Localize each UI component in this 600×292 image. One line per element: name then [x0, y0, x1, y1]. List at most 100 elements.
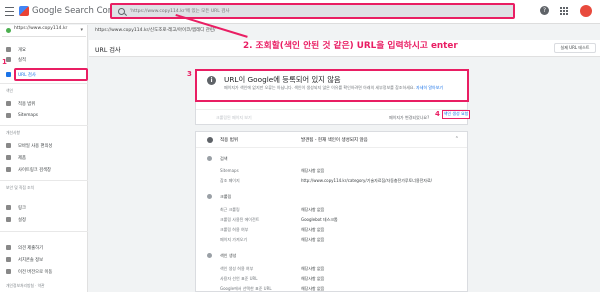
settings-icon [6, 217, 11, 222]
detail-value: 해당사항 없음 [301, 207, 325, 212]
sidebar-item-label: 서치콘솔 정보 [18, 258, 44, 263]
discovery-heading: 검색 [220, 156, 228, 161]
property-icon [6, 28, 11, 33]
step-annotation-2: 2. 조회할(색인 안된 것 같은) URL을 입력하시고 enter [243, 41, 458, 51]
detail-label: 크롤링 사용된 에이전트 [220, 217, 260, 222]
detail-value: 해당사항 없음 [301, 237, 325, 242]
feedback-icon [6, 245, 11, 250]
info-icon [6, 257, 11, 262]
step-marker-1: 1 [2, 58, 7, 66]
property-selector[interactable]: https://www.copy114.kr ▾ [2, 25, 86, 37]
detail-label: 색인 생성 허용 여부 [220, 266, 254, 271]
detail-label: Sitemaps [220, 168, 239, 173]
page-title: URL 검사 [95, 47, 121, 54]
sidebar-item-label: 실적 [18, 58, 26, 63]
sidebar-item-about[interactable]: 서치콘솔 정보 [0, 255, 88, 265]
status-highlight [195, 69, 469, 102]
sidebar-item-label: 모바일 사용 편의성 [18, 144, 53, 149]
sidebar-item-label: 이전 버전으로 이동 [18, 270, 53, 275]
coverage-header[interactable]: 적용 범위 발견됨 - 현재 색인이 생성되지 않음 ⌃ [196, 132, 467, 148]
detail-label: 페이지 가져오기 [220, 237, 248, 242]
view-crawled-page-button[interactable]: 크롤링된 페이지 보기 [216, 115, 252, 121]
card-actions: 크롤링된 페이지 보기 페이지가 변경되었나요? [196, 109, 467, 124]
mobile-icon [6, 143, 11, 148]
sidebar-item-label: 링크 [18, 206, 26, 211]
product-icon [6, 155, 11, 160]
detail-value: 해당사항 없음 [301, 266, 325, 271]
sidebar-item-label: 제품 [18, 156, 26, 161]
home-icon [6, 47, 11, 52]
sidebar-item-settings[interactable]: 설정 [0, 215, 88, 225]
sidebar-item-links[interactable]: 링크 [0, 203, 88, 213]
coverage-card: 적용 범위 발견됨 - 현재 색인이 생성되지 않음 ⌃ 검색 Sitemaps… [195, 131, 468, 292]
step-marker-4: 4 [435, 110, 440, 118]
sidebar-item-label: 개요 [18, 48, 26, 53]
avatar[interactable] [580, 5, 592, 17]
divider [0, 125, 88, 126]
sitelinks-icon [6, 167, 11, 172]
discovery-icon [207, 156, 212, 161]
back-icon [6, 269, 11, 274]
sidebar-item-sitelinks-searchbox[interactable]: 사이트링크 검색창 [0, 165, 88, 175]
detail-value: 해당사항 없음 [301, 276, 325, 281]
sidebar-item-feedback[interactable]: 의견 제출하기 [0, 243, 88, 253]
sidebar-item-label: 적용 범위 [18, 102, 36, 107]
divider [0, 83, 88, 84]
url-inspection-highlight [14, 68, 88, 81]
sidebar: https://www.copy114.kr ▾ 개요 실적 URL 검사 색인… [0, 25, 88, 292]
url-inspect-input[interactable] [130, 6, 510, 17]
step-marker-3: 3 [187, 70, 192, 78]
sidebar-item-mobile-usability[interactable]: 모바일 사용 편의성 [0, 141, 88, 151]
divider [0, 231, 88, 232]
detail-label: 크롤링 허용 여부 [220, 227, 249, 232]
sidebar-item-overview[interactable]: 개요 [0, 45, 88, 55]
sidebar-item-label: 설정 [18, 218, 26, 223]
sidebar-item-performance[interactable]: 실적 [0, 55, 88, 65]
crawl-icon [207, 194, 212, 199]
request-indexing-button[interactable]: 색인 생성 요청 [442, 110, 470, 119]
detail-label: 최근 크롤링 [220, 207, 240, 212]
chevron-down-icon: ▾ [80, 27, 83, 33]
divider [0, 180, 88, 181]
breadcrumb: https://www.copy114.kr/신도조로-레고/아이코/앱레디 관… [95, 28, 216, 33]
chevron-up-icon[interactable]: ⌃ [455, 136, 459, 142]
crawl-heading: 크롤링 [220, 194, 232, 199]
menu-icon[interactable] [5, 7, 14, 16]
live-test-button[interactable]: 실제 URL 테스트 [554, 43, 596, 53]
search-icon [6, 72, 11, 77]
section-label-security: 보안 및 직접 조치 [6, 185, 35, 190]
coverage-status-icon [207, 137, 213, 143]
coverage-value: 발견됨 - 현재 색인이 생성되지 않음 [301, 138, 368, 143]
indexing-heading: 색인 생성 [220, 253, 237, 258]
coverage-label: 적용 범위 [220, 138, 238, 143]
detail-value[interactable]: http://www.copy114.kr/category/기술자료집/자동충… [301, 178, 432, 184]
detail-label: 참조 페이지 [220, 178, 240, 183]
sidebar-item-products[interactable]: 제품 [0, 153, 88, 163]
top-bar: Google Search Console ? [0, 0, 600, 24]
detail-value: 해당사항 없음 [301, 286, 325, 291]
detail-value: Googlebot 데스크톱 [301, 217, 338, 222]
detail-label: 사용자 선언 표준 URL [220, 276, 258, 281]
search-console-logo [19, 6, 29, 16]
indexing-icon [207, 253, 212, 258]
footer-links[interactable]: 개인정보처리방침 · 약관 [6, 283, 45, 289]
section-label-enhancements: 개선사항 [6, 130, 20, 135]
page-changed-text: 페이지가 변경되었나요? [389, 115, 430, 120]
search-icon [118, 8, 125, 15]
section-label-index: 색인 [6, 88, 13, 93]
property-label: https://www.copy114.kr [14, 26, 68, 31]
detail-value: 해당사항 없음 [301, 227, 325, 232]
detail-value: 해당사항 없음 [301, 168, 325, 173]
sidebar-item-coverage[interactable]: 적용 범위 [0, 99, 88, 109]
sidebar-item-label: Sitemaps [18, 113, 39, 118]
sidebar-item-sitemaps[interactable]: Sitemaps [0, 111, 88, 121]
url-inspect-search-box[interactable] [110, 3, 515, 19]
sidebar-item-old-version[interactable]: 이전 버전으로 이동 [0, 267, 88, 277]
link-icon [6, 205, 11, 210]
search-console-window: Google Search Console ? https://www.copy… [0, 0, 600, 292]
detail-label: Google에서 선택한 표준 URL [220, 286, 272, 291]
sitemap-icon [6, 113, 11, 118]
sidebar-item-label: 사이트링크 검색창 [18, 168, 51, 173]
help-icon[interactable]: ? [540, 6, 549, 15]
apps-grid-icon[interactable] [560, 7, 569, 16]
